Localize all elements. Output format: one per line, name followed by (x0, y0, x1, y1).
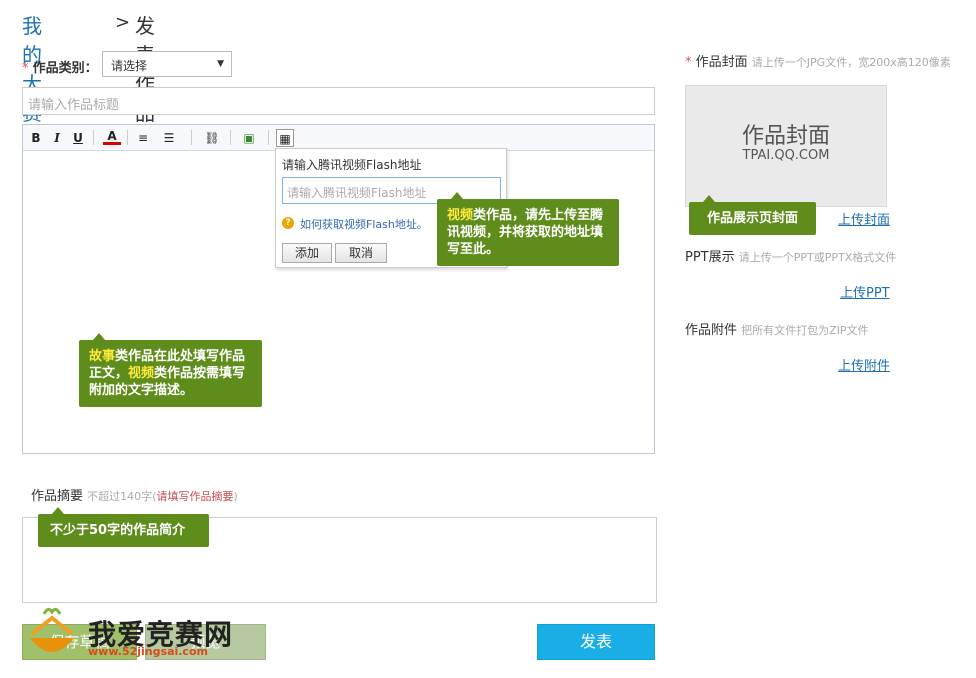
upload-ppt-link[interactable]: 上传PPT (840, 282, 890, 301)
italic-button[interactable]: I (48, 129, 66, 147)
list-icon[interactable]: ☰ (160, 129, 178, 147)
ppt-hint: 请上传一个PPT或PPTX格式文件 (738, 251, 897, 264)
video-icon[interactable]: ▦ (276, 129, 294, 147)
story-tip-highlight-video: 视频 (128, 366, 155, 381)
category-select[interactable]: 请选择 ▼ (102, 51, 232, 77)
attachment-label-text: 作品附件 (685, 323, 738, 338)
add-button[interactable]: 添加 (282, 243, 332, 263)
category-label: * 作品类别： (22, 57, 98, 76)
publish-button[interactable]: 发表 (537, 624, 655, 660)
upload-attachment-link[interactable]: 上传附件 (838, 355, 890, 374)
dropdown-arrow-icon: ▼ (217, 59, 224, 69)
video-url-placeholder: 请输入腾讯视频Flash地址 (287, 186, 427, 200)
cover-placeholder-title: 作品封面 (741, 124, 830, 149)
title-input[interactable]: 请输入作品标题 (22, 87, 655, 115)
summary-hint: 不超过140字(请填写作品摘要) (87, 490, 238, 503)
align-icon[interactable]: ≡ (134, 129, 152, 147)
video-tip-highlight: 视频 (447, 208, 474, 223)
summary-hint-suffix: ) (233, 490, 238, 503)
summary-hint-prefix: 不超过140字( (87, 490, 157, 503)
cover-label-text: 作品封面 (695, 55, 748, 70)
title-input-placeholder: 请输入作品标题 (28, 98, 120, 113)
category-label-text: 作品类别： (32, 61, 98, 76)
video-tip: 视频类作品，请先上传至腾讯视频，并将获取的地址填写至此。 (437, 192, 619, 266)
toolbar-divider (230, 130, 231, 145)
attachment-label: 作品附件 把所有文件打包为ZIP文件 (685, 319, 869, 338)
cover-label: * 作品封面 请上传一个JPG文件，宽200x高120像素 (685, 51, 951, 70)
help-icon: ? (282, 217, 294, 229)
toolbar-divider (191, 130, 192, 145)
bold-button[interactable]: B (27, 129, 45, 147)
category-selected-value: 请选择 (111, 59, 148, 73)
cancel-button[interactable]: 取消 (335, 243, 387, 263)
summary-hint-required: 请填写作品摘要 (156, 490, 234, 503)
summary-tip: 不少于50字的作品简介 (38, 507, 209, 547)
link-icon[interactable]: ⛓ (203, 129, 221, 147)
attachment-hint: 把所有文件打包为ZIP文件 (741, 324, 869, 337)
image-icon[interactable]: ▣ (240, 129, 258, 147)
story-tip: 故事类作品在此处填写作品正文，视频类作品按需填写附加的文字描述。 (79, 333, 262, 407)
toolbar-divider (127, 130, 128, 145)
cover-placeholder-sub: TPAI.QQ.COM (742, 148, 830, 163)
toolbar-divider (268, 130, 269, 145)
ppt-label-text: PPT展示 (685, 250, 735, 265)
summary-label-text: 作品摘要 (31, 489, 84, 504)
breadcrumb-separator: > (115, 12, 131, 33)
watermark-url: www.52jingsai.com (88, 645, 208, 658)
font-color-icon[interactable]: A (103, 129, 121, 145)
video-help-link[interactable]: 如何获取视频Flash地址。 (300, 216, 428, 232)
required-mark: * (685, 55, 692, 70)
video-dialog-title: 请输入腾讯视频Flash地址 (282, 158, 422, 172)
cover-placeholder-image: 作品封面 TPAI.QQ.COM (685, 85, 887, 207)
cover-tip: 作品展示页封面 (689, 195, 816, 235)
cover-hint: 请上传一个JPG文件，宽200x高120像素 (751, 56, 951, 69)
upload-cover-link[interactable]: 上传封面 (838, 209, 890, 228)
required-mark: * (22, 61, 29, 76)
watermark-logo-icon (30, 607, 74, 652)
underline-button[interactable]: U (69, 129, 87, 147)
ppt-label: PPT展示 请上传一个PPT或PPTX格式文件 (685, 246, 896, 265)
toolbar-divider (93, 130, 94, 145)
story-tip-highlight: 故事 (89, 349, 116, 364)
summary-label: 作品摘要 不超过140字(请填写作品摘要) (31, 485, 238, 504)
